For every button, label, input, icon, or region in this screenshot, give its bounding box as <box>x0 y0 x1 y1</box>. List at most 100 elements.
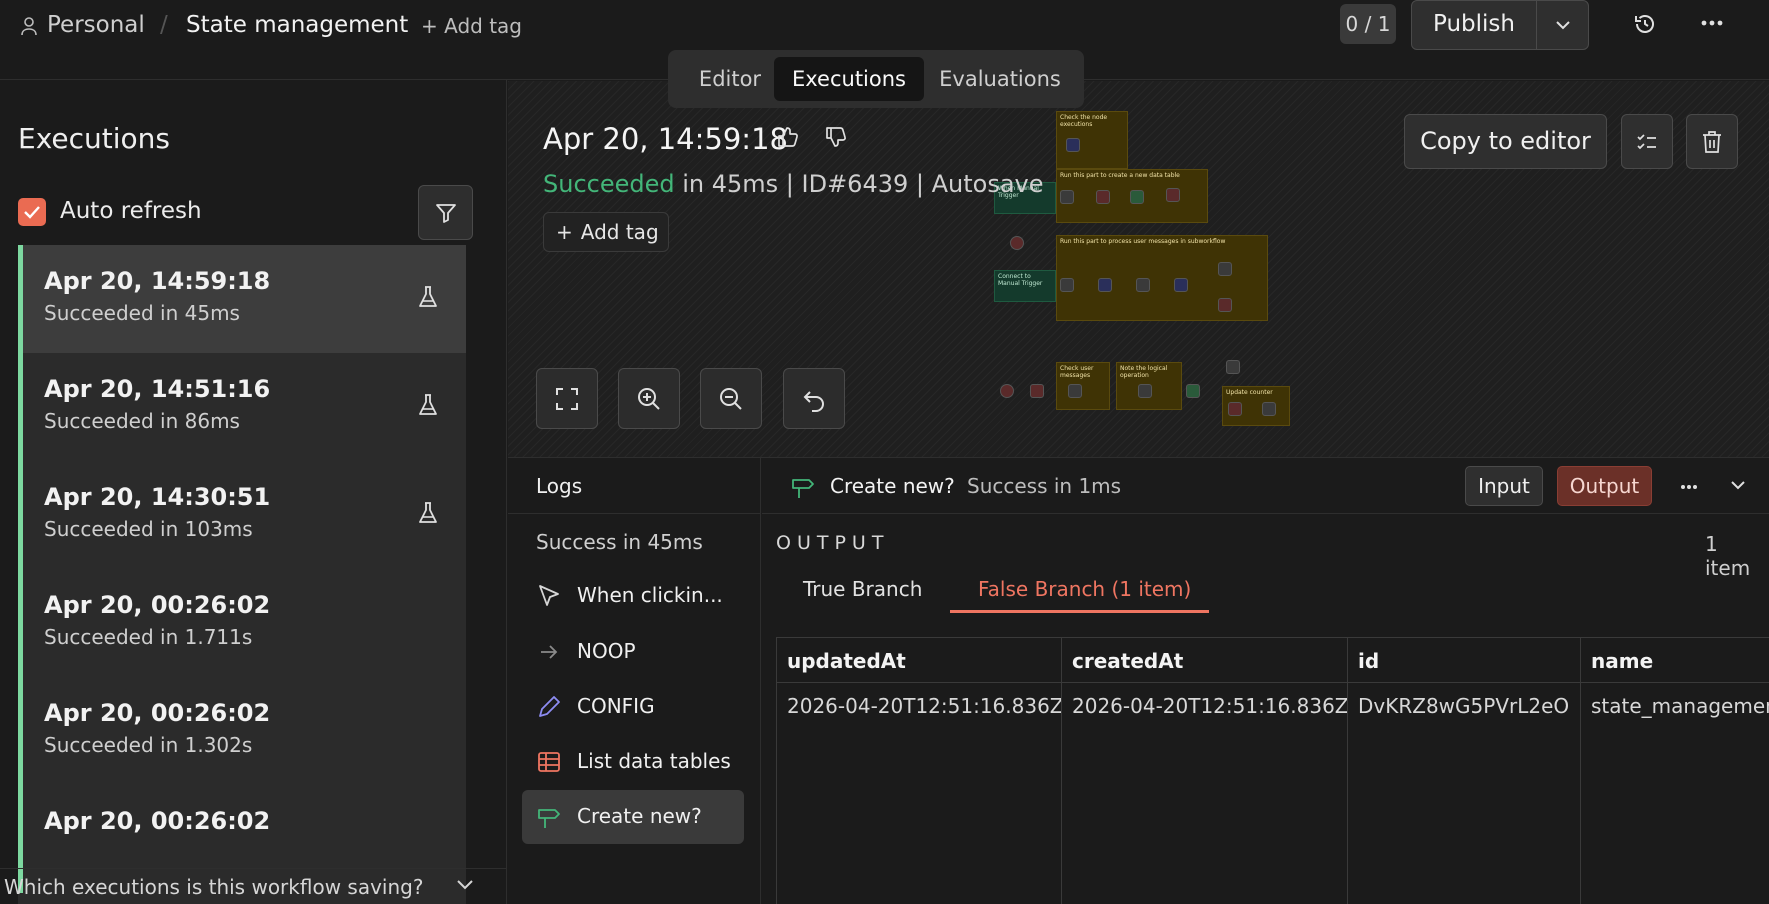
tab-false-branch[interactable]: False Branch (1 item) <box>978 577 1191 601</box>
panel-more-icon[interactable] <box>1680 484 1698 490</box>
execution-status: Succeeded in 1.711s <box>44 625 253 649</box>
fit-view-button[interactable] <box>536 368 598 429</box>
execution-item[interactable]: Apr 20, 14:30:51 Succeeded in 103ms <box>18 461 466 569</box>
view-tabs: Editor Executions Evaluations <box>668 50 1084 108</box>
signpost-icon <box>536 804 562 830</box>
output-section-label: OUTPUT <box>776 532 890 554</box>
log-node-label: Create new? <box>577 804 702 828</box>
column-header[interactable]: updatedAt <box>777 638 1062 683</box>
add-tag-label: Add tag <box>580 220 659 244</box>
log-node-label: List data tables <box>577 749 731 773</box>
input-toggle-button[interactable]: Input <box>1465 466 1543 506</box>
execution-time: Apr 20, 14:59:18 <box>44 267 271 295</box>
log-node-list-data-tables[interactable]: List data tables <box>522 735 744 789</box>
log-node-trigger[interactable]: When clickin... <box>522 569 744 623</box>
column-header[interactable]: createdAt <box>1062 638 1348 683</box>
pencil-icon <box>536 694 562 720</box>
delete-execution-button[interactable] <box>1686 114 1738 169</box>
tab-executions[interactable]: Executions <box>774 57 924 101</box>
filter-icon <box>434 201 458 225</box>
node-status: Success in 1ms <box>967 474 1122 498</box>
thumbs-up-icon[interactable] <box>777 126 799 148</box>
thumbs-down-icon[interactable] <box>825 126 847 148</box>
table-cell: 2026-04-20T12:51:16.836Z <box>1062 683 1348 904</box>
cursor-icon <box>536 583 562 609</box>
execution-item[interactable]: Apr 20, 00:26:02 Succeeded in 1.711s <box>18 569 466 677</box>
table-cell: 2026-04-20T12:51:16.836Z <box>777 683 1062 904</box>
workspace-breadcrumb[interactable]: Personal <box>47 12 145 38</box>
publish-options-chevron-icon[interactable] <box>1538 1 1588 49</box>
execution-time: Apr 20, 14:30:51 <box>44 483 271 511</box>
add-tag-link[interactable]: + Add tag <box>421 14 522 38</box>
log-node-noop[interactable]: NOOP <box>522 625 744 679</box>
filter-button[interactable] <box>418 185 473 240</box>
output-table: updatedAt createdAt id name 2026-04-20T1… <box>776 637 1769 904</box>
flask-icon[interactable] <box>418 285 438 309</box>
version-counter: 0 / 1 <box>1340 4 1396 44</box>
table-cell: DvKRZ8wG5PVrL2eO <box>1348 683 1581 904</box>
logs-summary: Success in 45ms <box>536 530 703 554</box>
column-header[interactable]: name <box>1581 638 1769 683</box>
auto-refresh-label: Auto refresh <box>60 198 202 224</box>
execution-status: Succeeded <box>543 170 675 198</box>
logs-title: Logs <box>536 474 583 498</box>
flask-icon[interactable] <box>418 501 438 525</box>
flask-icon[interactable] <box>418 393 438 417</box>
log-node-config[interactable]: CONFIG <box>522 680 744 734</box>
saving-settings-dropdown[interactable]: Which executions is this workflow saving… <box>0 868 507 904</box>
column-header[interactable]: id <box>1348 638 1581 683</box>
breadcrumb-separator: / <box>160 12 168 38</box>
output-toggle-button[interactable]: Output <box>1557 466 1652 506</box>
zoom-in-icon <box>636 386 662 412</box>
execution-item[interactable]: Apr 20, 00:26:02 Succeeded in 1.302s <box>18 677 466 785</box>
chevron-down-icon <box>456 879 474 891</box>
tab-editor[interactable]: Editor <box>676 57 784 101</box>
execution-item[interactable]: Apr 20, 14:51:16 Succeeded in 86ms <box>18 353 466 461</box>
active-tab-underline <box>950 610 1209 613</box>
copy-to-editor-button[interactable]: Copy to editor <box>1404 114 1607 169</box>
history-icon[interactable] <box>1633 12 1657 36</box>
annotate-button[interactable] <box>1621 114 1673 169</box>
saving-question: Which executions is this workflow saving… <box>4 875 424 899</box>
add-tag-button[interactable]: + Add tag <box>543 212 669 252</box>
log-node-label: CONFIG <box>577 694 655 718</box>
execution-time: Apr 20, 00:26:02 <box>44 699 271 727</box>
item-count: 1 item <box>1705 532 1751 580</box>
execution-meta: Succeeded in 45ms | ID#6439 | Autosave <box>543 170 1044 198</box>
table-icon <box>536 749 562 775</box>
execution-details: in 45ms | ID#6439 | Autosave <box>674 170 1044 198</box>
log-node-label: When clickin... <box>577 583 723 607</box>
signpost-icon <box>790 474 816 500</box>
collapse-chevron-icon[interactable] <box>1730 480 1746 490</box>
execution-status: Succeeded in 86ms <box>44 409 240 433</box>
auto-refresh-checkbox[interactable] <box>18 198 46 226</box>
user-icon <box>20 16 38 36</box>
zoom-out-icon <box>718 386 744 412</box>
executions-sidebar: Executions Auto refresh Apr 20, 14:59:18… <box>0 80 507 904</box>
log-node-create-new[interactable]: Create new? <box>522 790 744 844</box>
trash-icon <box>1701 130 1723 154</box>
log-node-label: NOOP <box>577 639 636 663</box>
checklist-icon <box>1636 132 1658 152</box>
more-options-icon[interactable] <box>1701 20 1723 26</box>
execution-date: Apr 20, 14:59:18 <box>543 122 788 156</box>
zoom-out-button[interactable] <box>700 368 762 429</box>
publish-button[interactable]: Publish <box>1412 1 1536 49</box>
sidebar-title: Executions <box>18 122 170 155</box>
reset-zoom-button[interactable] <box>783 368 845 429</box>
arrow-right-icon <box>536 639 562 665</box>
execution-item[interactable]: Apr 20, 14:59:18 Succeeded in 45ms <box>18 245 466 353</box>
workflow-name[interactable]: State management <box>186 12 408 38</box>
execution-time: Apr 20, 14:51:16 <box>44 375 271 403</box>
execution-time: Apr 20, 00:26:02 <box>44 591 271 619</box>
zoom-in-button[interactable] <box>618 368 680 429</box>
workflow-preview: Check the node executions Run this part … <box>990 108 1290 428</box>
execution-time: Apr 20, 00:26:02 <box>44 807 271 835</box>
tab-evaluations[interactable]: Evaluations <box>924 57 1076 101</box>
publish-button-group: Publish <box>1411 0 1589 50</box>
plus-icon: + <box>556 220 573 244</box>
execution-status: Succeeded in 45ms <box>44 301 240 325</box>
executions-list: Apr 20, 14:59:18 Succeeded in 45ms Apr 2… <box>18 245 466 904</box>
tab-true-branch[interactable]: True Branch <box>803 577 922 601</box>
execution-status: Succeeded in 103ms <box>44 517 253 541</box>
